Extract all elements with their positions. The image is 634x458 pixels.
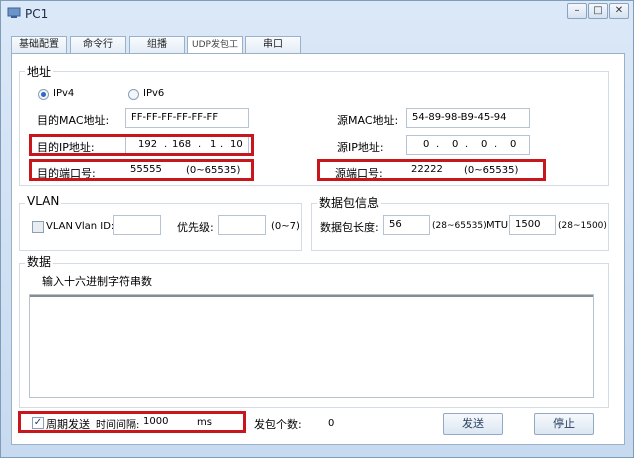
dst-mac-field[interactable]: FF-FF-FF-FF-FF-FF <box>125 108 249 128</box>
ipv4-radio[interactable] <box>38 89 49 100</box>
address-group-title: 地址 <box>25 63 54 80</box>
top-edge <box>30 295 593 297</box>
title-bar[interactable]: PC1 – □ ✕ <box>1 1 633 27</box>
src-ip-label: 源IP地址: <box>337 141 384 154</box>
priority-label: 优先级: <box>177 221 214 234</box>
mtu-field[interactable]: 1500 <box>509 215 556 235</box>
packet-count-label: 发包个数: <box>254 418 302 431</box>
ip-dot: . <box>494 139 498 150</box>
mtu-label: MTU: <box>486 220 512 231</box>
ipv6-radio[interactable] <box>128 89 139 100</box>
vlan-checkbox-label: VLAN <box>46 221 73 232</box>
vlan-id-label: Vlan ID: <box>75 221 115 232</box>
src-ip-octet-3: 0 <box>481 139 488 150</box>
src-ip-field[interactable]: 0 . 0 . 0 . 0 <box>406 135 530 155</box>
dst-mac-label: 目的MAC地址: <box>37 114 110 127</box>
src-mac-field[interactable]: 54-89-98-B9-45-94 <box>406 108 530 128</box>
tab-command-line[interactable]: 命令行 <box>70 36 126 54</box>
src-ip-octet-2: 0 <box>452 139 459 150</box>
tab-basic-config[interactable]: 基础配置 <box>11 36 67 54</box>
window-title: PC1 <box>25 7 49 21</box>
packet-length-range: (28~65535) <box>432 221 487 231</box>
src-ip-octet-1: 0 <box>423 139 430 150</box>
send-button[interactable]: 发送 <box>443 413 503 435</box>
stop-button[interactable]: 停止 <box>534 413 594 435</box>
src-mac-label: 源MAC地址: <box>337 114 399 127</box>
packet-count-value: 0 <box>328 418 335 429</box>
highlight-dst-port <box>29 159 254 181</box>
close-button[interactable]: ✕ <box>609 3 629 19</box>
packet-info-group-title: 数据包信息 <box>317 194 382 211</box>
vlan-id-field[interactable] <box>113 215 161 235</box>
highlight-dst-ip <box>29 134 254 156</box>
vlan-group-title: VLAN <box>25 194 62 208</box>
ip-dot: . <box>436 139 440 150</box>
hex-data-textarea[interactable] <box>29 294 594 398</box>
priority-range: (0~7) <box>271 221 300 232</box>
packet-length-label: 数据包长度: <box>320 221 379 234</box>
data-hint: 输入十六进制字符串数 <box>42 275 152 288</box>
pc1-window: PC1 – □ ✕ 基础配置 命令行 组播 UDP发包工具 串口 地址 IPv4… <box>0 0 634 458</box>
highlight-src-port <box>317 159 546 181</box>
vlan-checkbox[interactable] <box>32 221 44 233</box>
ipv4-label: IPv4 <box>53 88 75 99</box>
tab-serial[interactable]: 串口 <box>245 36 301 54</box>
priority-field[interactable] <box>218 215 266 235</box>
highlight-periodic <box>18 411 246 433</box>
ipv6-label: IPv6 <box>143 88 165 99</box>
pc-icon <box>7 7 21 18</box>
src-ip-octet-4: 0 <box>510 139 517 150</box>
mtu-range: (28~1500) <box>558 221 607 231</box>
tab-multicast[interactable]: 组播 <box>129 36 185 54</box>
packet-length-field[interactable]: 56 <box>383 215 430 235</box>
ip-dot: . <box>465 139 469 150</box>
data-group-title: 数据 <box>25 253 54 270</box>
maximize-button[interactable]: □ <box>588 3 608 19</box>
minimize-button[interactable]: – <box>567 3 587 19</box>
